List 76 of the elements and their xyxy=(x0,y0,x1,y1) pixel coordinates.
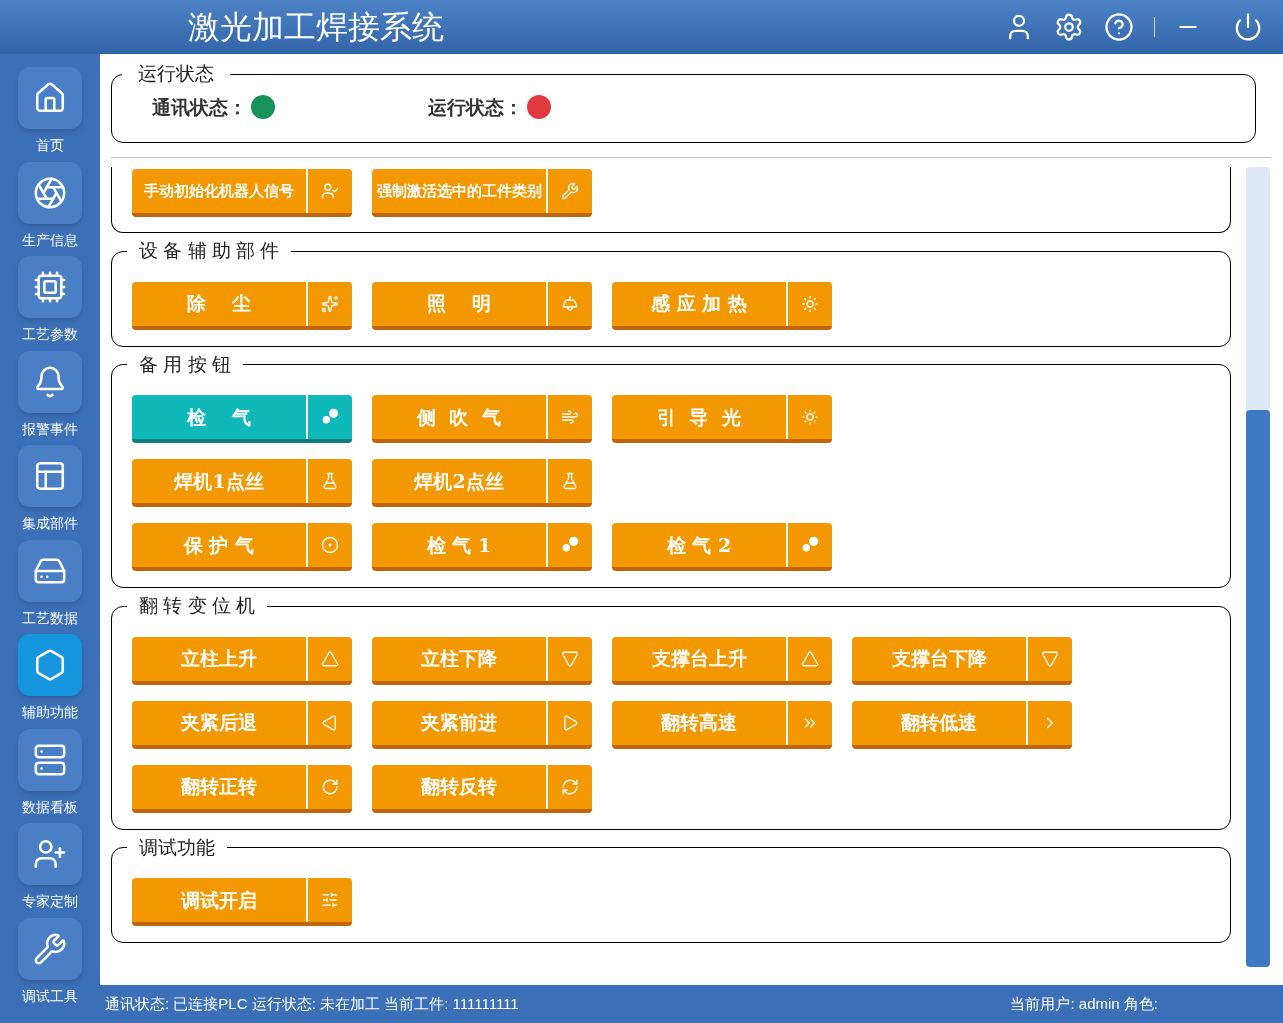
triangle-down-icon xyxy=(1041,649,1059,668)
group-title: 翻 转 变 位 机 xyxy=(138,594,257,618)
sidebar-item[interactable]: 工艺数据 xyxy=(5,539,95,634)
sidebar-item[interactable]: 工艺参数 xyxy=(5,256,95,351)
action-button[interactable]: 夹紧后退 xyxy=(132,700,352,749)
action-button[interactable]: 检 气 2 xyxy=(612,523,832,571)
sidebar-item[interactable]: 生产信息 xyxy=(5,161,95,256)
triangle-up-icon xyxy=(321,649,339,668)
group-title: 设 备 辅 助 部 件 xyxy=(138,239,281,263)
group-title: 调试功能 xyxy=(138,835,216,860)
user-check-icon xyxy=(321,182,339,200)
sidebar-item[interactable]: 数据看板 xyxy=(5,728,95,823)
action-button[interactable]: 调试开启 xyxy=(132,878,352,926)
status-label: 通讯状态： xyxy=(152,94,247,120)
sidebar-item[interactable]: 辅助功能 xyxy=(5,634,95,729)
status-text: 通讯状态: 已连接PLC 运行状态: 未在加工 当前工件: 111111111 xyxy=(105,993,519,1014)
triangle-right-icon xyxy=(561,713,579,732)
sidebar-item[interactable]: 集成部件 xyxy=(5,445,95,540)
settings-icon[interactable] xyxy=(1054,12,1084,42)
action-button[interactable]: 翻转反转 xyxy=(372,764,592,813)
chip-icon xyxy=(33,270,67,304)
wind-icon xyxy=(561,408,579,426)
rotate-icon xyxy=(321,777,339,796)
app-title: 激光加工焊接系统 xyxy=(188,7,444,48)
action-button[interactable]: 立柱上升 xyxy=(132,636,352,685)
sidebar-item[interactable]: 专家定制 xyxy=(5,823,95,918)
wrench-icon xyxy=(33,931,67,966)
action-button[interactable]: 翻转正转 xyxy=(132,764,352,813)
layout-icon xyxy=(33,459,67,493)
sidebar-item[interactable]: 报警事件 xyxy=(5,350,95,445)
user-plus-icon xyxy=(33,837,67,871)
home-icon xyxy=(33,81,67,115)
action-button[interactable]: 支撑台上升 xyxy=(612,636,832,685)
status-text: 当前用户: admin 角色: xyxy=(1010,993,1158,1014)
action-button[interactable]: 立柱下降 xyxy=(372,636,592,685)
help-icon[interactable] xyxy=(1104,12,1134,42)
action-button[interactable]: 检 气 xyxy=(132,395,352,443)
action-button[interactable]: 侧 吹 气 xyxy=(372,395,592,443)
action-button[interactable]: 支撑台下降 xyxy=(852,636,1072,685)
aperture-icon xyxy=(33,175,67,210)
triangle-down-icon xyxy=(561,649,579,668)
sliders-icon xyxy=(321,891,339,909)
sun-icon xyxy=(801,294,819,313)
sidebar-item[interactable]: 调试工具 xyxy=(5,917,95,1012)
action-button[interactable]: 保 护 气 xyxy=(132,523,352,571)
action-button[interactable]: 夹紧前进 xyxy=(372,700,592,749)
flask-icon xyxy=(561,472,579,490)
circle-dot-icon xyxy=(321,536,339,554)
action-button[interactable]: 除 尘 xyxy=(132,281,352,330)
action-button[interactable]: 翻转低速 xyxy=(852,700,1072,749)
triangle-left-icon xyxy=(321,713,339,732)
action-button[interactable]: 焊机2点丝 xyxy=(372,459,592,507)
refresh-icon xyxy=(561,777,579,796)
scrollbar[interactable] xyxy=(1246,167,1270,967)
action-button[interactable]: 手动初始化机器人信号 xyxy=(132,169,352,217)
lamp-icon xyxy=(561,294,579,313)
flask-icon xyxy=(321,472,339,490)
action-button[interactable]: 焊机1点丝 xyxy=(132,459,352,507)
wrench-icon xyxy=(561,182,579,200)
group-title: 备 用 按 钮 xyxy=(138,352,232,377)
bell-icon xyxy=(33,364,67,399)
action-button[interactable]: 照 明 xyxy=(372,281,592,330)
action-button[interactable]: 检 气 1 xyxy=(372,523,592,571)
triangle-up-icon xyxy=(801,649,819,668)
action-button[interactable]: 感 应 加 热 xyxy=(612,281,832,330)
hexagon-icon xyxy=(33,648,67,682)
action-button[interactable]: 引 导 光 xyxy=(612,395,832,443)
group-title: 运行状态 xyxy=(137,62,215,86)
sparkles-icon xyxy=(321,294,339,313)
power-icon[interactable] xyxy=(1233,12,1263,42)
action-button[interactable]: 翻转高速 xyxy=(612,700,832,749)
server-icon xyxy=(33,742,67,777)
sidebar-item[interactable]: 首页 xyxy=(5,67,95,162)
status-label: 运行状态： xyxy=(428,94,523,120)
sun-icon xyxy=(801,408,819,426)
action-button[interactable]: 强制激活选中的工件类别 xyxy=(372,169,592,217)
